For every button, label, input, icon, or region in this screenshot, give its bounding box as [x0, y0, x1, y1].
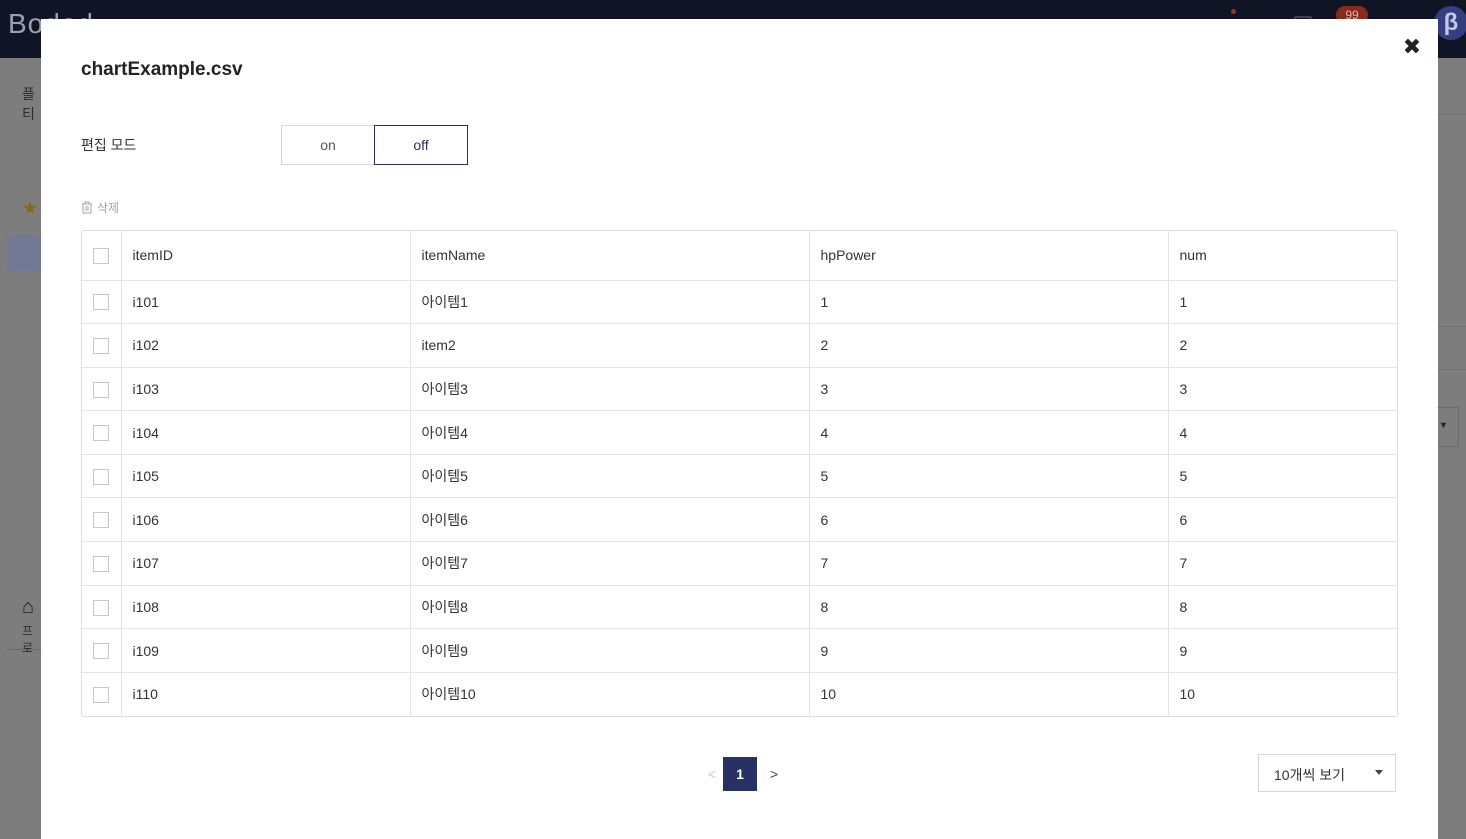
table-row[interactable]: i105 아이템5 5 5 — [82, 454, 1397, 499]
row-checkbox[interactable] — [93, 425, 110, 442]
table-cell: 10 — [809, 672, 1169, 716]
delete-label: 삭제 — [97, 201, 120, 215]
table-cell: 9 — [809, 628, 1169, 673]
table-cell: 아이템8 — [410, 585, 810, 630]
table-row[interactable]: i107 아이템7 7 7 — [82, 541, 1397, 586]
table-cell: 아이템4 — [410, 410, 810, 455]
table-cell: 8 — [1168, 585, 1397, 630]
edit-mode-on-button[interactable]: on — [281, 125, 375, 165]
table-cell: 8 — [809, 585, 1169, 630]
table-cell: 아이템9 — [410, 628, 810, 673]
page-size-value: 10개씩 보기 — [1274, 767, 1345, 783]
bg-divider — [1438, 369, 1466, 370]
row-checkbox[interactable] — [93, 381, 110, 398]
avatar: β — [1434, 6, 1466, 40]
chevron-down-icon: ▼ — [1439, 420, 1448, 430]
table-row[interactable]: i108 아이템8 8 8 — [82, 585, 1397, 630]
sidebar-active-item — [7, 235, 41, 271]
csv-preview-modal: ✖ chartExample.csv 편집 모드 on off 삭제 itemI… — [41, 19, 1438, 839]
data-table: itemID itemName hpPower num i101 아이템1 1 1 i1… — [81, 230, 1398, 717]
page-size-select[interactable]: 10개씩 보기 — [1258, 754, 1396, 792]
background-sidebar: 플티 ★ ⌂ 프로 — [0, 58, 41, 827]
table-cell: 6 — [809, 497, 1169, 543]
bg-divider — [1438, 326, 1466, 327]
table-header-row: itemID itemName hpPower num — [82, 231, 1397, 281]
row-checkbox[interactable] — [93, 556, 110, 572]
table-cell: 5 — [809, 454, 1169, 499]
row-checkbox[interactable] — [93, 512, 110, 529]
table-cell: 7 — [1168, 541, 1397, 586]
table-cell: 아이템5 — [410, 454, 810, 499]
table-cell: 아이템10 — [410, 672, 810, 716]
table-row[interactable]: i104 아이템4 4 4 — [82, 410, 1397, 455]
table-cell: 10 — [1179, 686, 1196, 703]
table-cell: 아이템6 — [410, 497, 810, 543]
table-cell: i106 — [121, 497, 411, 543]
table-row[interactable]: i106 아이템6 6 6 — [82, 497, 1397, 543]
table-cell: 1 — [1168, 280, 1397, 325]
trash-icon — [82, 201, 92, 214]
table-row[interactable]: i103 아이템3 3 3 — [82, 367, 1397, 412]
table-cell: 2 — [809, 323, 1169, 368]
pagination: < 1 > — [701, 757, 791, 791]
sidebar-label-2: 프로 — [22, 624, 34, 655]
column-header[interactable]: num — [1168, 231, 1397, 281]
home-icon: ⌂ — [22, 596, 35, 618]
edit-mode-off-button[interactable]: off — [374, 125, 468, 165]
chevron-down-icon — [1375, 770, 1383, 775]
table-cell: 아이템1 — [410, 280, 810, 325]
row-checkbox[interactable] — [93, 643, 110, 660]
row-checkbox[interactable] — [93, 294, 110, 311]
table-row[interactable]: i109 아이템9 9 9 — [82, 628, 1397, 673]
table-cell: 4 — [809, 410, 1169, 455]
table-cell: 1 — [809, 280, 1169, 325]
edit-mode-label: 편집 모드 — [81, 137, 137, 153]
column-header[interactable]: itemName — [410, 231, 810, 281]
edit-mode-toggle: on off — [281, 125, 468, 165]
table-cell: 4 — [1168, 410, 1397, 455]
close-icon[interactable]: ✖ — [1401, 36, 1423, 58]
table-cell: 9 — [1168, 628, 1397, 673]
table-cell: i107 — [121, 541, 411, 586]
table-cell: i108 — [121, 585, 411, 630]
row-checkbox[interactable] — [93, 468, 110, 485]
table-cell: i109 — [121, 628, 411, 673]
table-cell: 아이템3 — [410, 367, 810, 412]
table-cell: i101 — [121, 280, 411, 325]
column-header[interactable]: itemID — [121, 231, 411, 281]
table-cell: i104 — [121, 410, 411, 455]
table-cell: i105 — [121, 454, 411, 499]
table-cell: 3 — [1168, 367, 1397, 412]
table-cell: 2 — [1168, 323, 1397, 368]
table-cell: i110 — [121, 672, 411, 716]
notification-dot — [1231, 9, 1236, 14]
select-all-checkbox[interactable] — [93, 247, 110, 264]
next-page-button[interactable]: > — [757, 766, 791, 782]
sidebar-label-1: 플티 — [22, 86, 35, 122]
table-row[interactable]: i101 아이템1 1 1 — [82, 280, 1397, 325]
table-cell: 3 — [809, 367, 1169, 412]
row-checkbox[interactable] — [93, 687, 110, 704]
prev-page-button[interactable]: < — [701, 766, 723, 782]
table-cell: item2 — [410, 323, 810, 368]
delete-button[interactable]: 삭제 — [81, 199, 119, 216]
table-row[interactable]: i110 아이템10 10 10 — [82, 672, 1397, 716]
star-icon: ★ — [22, 198, 39, 218]
table-cell: 6 — [1168, 497, 1397, 543]
table-row[interactable]: i102 item2 2 2 — [82, 323, 1397, 368]
column-header[interactable]: hpPower — [809, 231, 1169, 281]
table-cell: i103 — [121, 367, 411, 412]
table-cell: 7 — [809, 541, 1169, 586]
table-cell: 아이템7 — [410, 541, 810, 586]
row-checkbox[interactable] — [93, 338, 110, 355]
bg-divider — [1438, 114, 1466, 115]
table-cell: i102 — [121, 323, 411, 368]
modal-title: chartExample.csv — [81, 59, 243, 80]
row-checkbox[interactable] — [93, 599, 110, 616]
page-number-button[interactable]: 1 — [723, 757, 757, 791]
table-cell: 5 — [1168, 454, 1397, 499]
